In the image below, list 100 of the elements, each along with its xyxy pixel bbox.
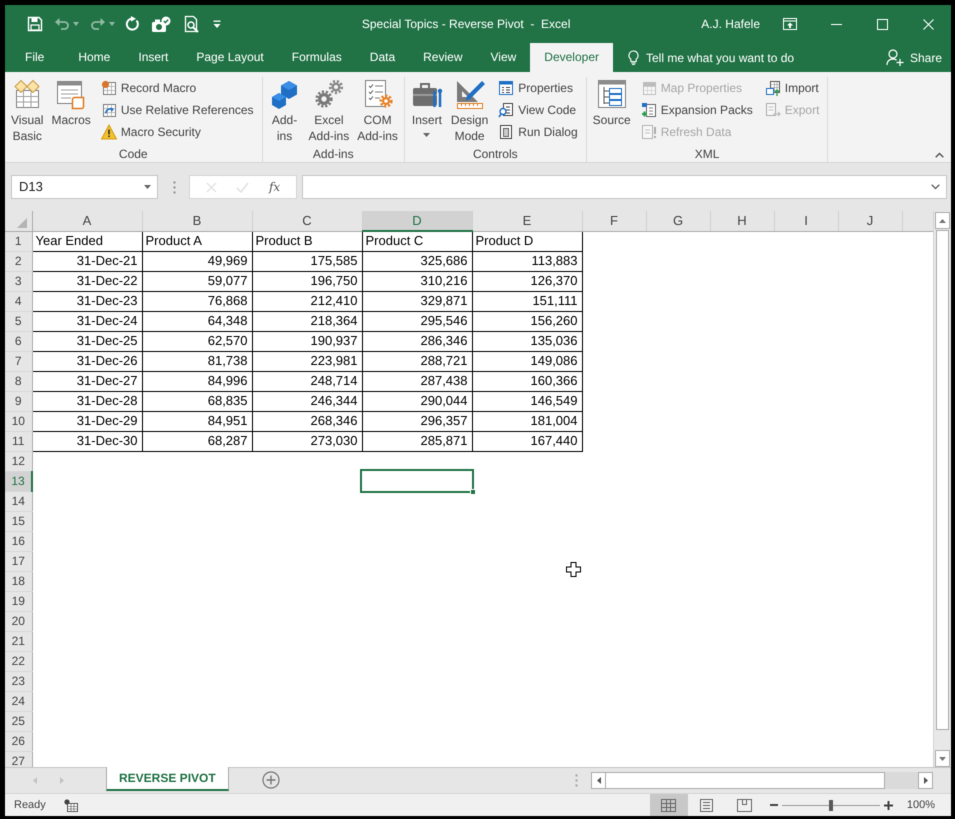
table-cell: 286,346 xyxy=(362,331,472,351)
page-icon xyxy=(699,798,714,812)
table-cell: 325,686 xyxy=(362,251,472,271)
row-header[interactable]: 14 xyxy=(5,491,32,511)
ribbon-button[interactable]: Visual Basic xyxy=(8,77,46,147)
row-header[interactable]: 27 xyxy=(5,751,32,767)
table-cell: 181,004 xyxy=(472,411,582,431)
grip-dots-icon[interactable] xyxy=(575,774,578,787)
row-header[interactable]: 3 xyxy=(5,271,32,291)
row-header[interactable]: 23 xyxy=(5,671,32,691)
ribbon-button[interactable]: Excel Add-ins xyxy=(306,77,352,147)
scrollbar-thumb[interactable] xyxy=(936,230,949,730)
table-cell: Product B xyxy=(252,231,362,251)
ribbon-button[interactable]: COM Add-ins xyxy=(354,77,401,147)
ribbon-tab[interactable]: Page Layout xyxy=(182,43,278,72)
row-header[interactable]: 12 xyxy=(5,451,32,471)
row-header[interactable]: 16 xyxy=(5,531,32,551)
table-cell: 288,721 xyxy=(362,351,472,371)
scrollbar-thumb[interactable] xyxy=(606,772,885,789)
row-header[interactable]: 2 xyxy=(5,251,32,271)
ribbon-button[interactable]: Use Relative References xyxy=(98,99,257,121)
plus-icon xyxy=(884,800,893,810)
row-header[interactable]: 13 xyxy=(5,471,32,491)
table-cell: 175,585 xyxy=(252,251,362,271)
ribbon-tab[interactable]: View xyxy=(476,43,530,72)
ribbon-tab[interactable]: File xyxy=(5,43,64,72)
vertical-scrollbar[interactable] xyxy=(933,211,951,767)
normal-view-button[interactable] xyxy=(650,794,688,816)
column-header[interactable]: C xyxy=(252,211,362,231)
ribbon-button[interactable]: Properties xyxy=(495,77,581,99)
grip-dots-icon[interactable] xyxy=(173,180,176,194)
ribbon-tab[interactable]: Data xyxy=(356,43,410,72)
ribbon-tab[interactable]: Developer xyxy=(530,43,613,72)
column-header[interactable]: E xyxy=(472,211,582,231)
formula-field[interactable] xyxy=(302,175,947,199)
row-header[interactable]: 7 xyxy=(5,351,32,371)
row-header[interactable]: 5 xyxy=(5,311,32,331)
row-header[interactable]: 21 xyxy=(5,631,32,651)
column-header[interactable]: D xyxy=(362,211,472,231)
name-box[interactable]: D13 xyxy=(11,175,158,199)
ribbon-button[interactable]: Import xyxy=(762,77,822,99)
ribbon-button[interactable]: View Code xyxy=(495,99,581,121)
ribbon-tab[interactable]: Insert xyxy=(124,43,182,72)
insert-function-button[interactable]: fx xyxy=(266,176,284,198)
tell-me-search[interactable]: Tell me what you want to do xyxy=(626,43,796,72)
row-header[interactable]: 11 xyxy=(5,431,32,451)
column-header[interactable]: B xyxy=(142,211,252,231)
group-label: XML xyxy=(694,147,720,162)
row-header[interactable]: 22 xyxy=(5,651,32,671)
record-macro-icon[interactable] xyxy=(64,799,78,812)
group-label: Code xyxy=(118,147,149,162)
ribbon-tab[interactable]: Home xyxy=(64,43,124,72)
ribbon-button[interactable]: Source xyxy=(590,77,634,147)
row-header[interactable]: 19 xyxy=(5,591,32,611)
table-cell: 31-Dec-28 xyxy=(32,391,142,411)
ribbon-button[interactable]: Expansion Packs xyxy=(638,99,756,121)
ribbon-tab[interactable]: Formulas xyxy=(278,43,356,72)
column-header[interactable]: F xyxy=(582,211,646,231)
row-header[interactable]: 17 xyxy=(5,551,32,571)
row-header[interactable]: 15 xyxy=(5,511,32,531)
row-header[interactable]: 26 xyxy=(5,731,32,751)
column-header[interactable]: A xyxy=(32,211,142,231)
cancel-icon xyxy=(206,182,217,192)
ribbon-button[interactable]: Add- ins xyxy=(266,77,304,147)
ribbon-button[interactable]: Design Mode xyxy=(448,77,492,147)
ribbon-tab[interactable]: Review xyxy=(409,43,476,72)
new-sheet-button[interactable] xyxy=(262,771,280,789)
scroll-right-button[interactable] xyxy=(918,772,933,789)
share-button[interactable]: Share xyxy=(882,43,946,72)
ribbon-button[interactable]: Record Macro xyxy=(98,77,257,99)
row-header[interactable]: 9 xyxy=(5,391,32,411)
row-header[interactable]: 10 xyxy=(5,411,32,431)
slider-thumb[interactable] xyxy=(828,800,833,811)
row-header[interactable]: 20 xyxy=(5,611,32,631)
scroll-left-button[interactable] xyxy=(591,772,606,789)
column-header[interactable]: I xyxy=(774,211,838,231)
sheet-tab[interactable]: REVERSE PIVOT xyxy=(106,767,229,791)
row-header[interactable]: 8 xyxy=(5,371,32,391)
row-header[interactable]: 4 xyxy=(5,291,32,311)
ribbon-button[interactable]: Macro Security xyxy=(98,121,257,143)
close-icon xyxy=(922,18,934,30)
ribbon-button[interactable]: Run Dialog xyxy=(495,121,581,143)
row-header[interactable]: 1 xyxy=(5,231,32,251)
document-export-icon xyxy=(764,102,781,118)
horizontal-scrollbar[interactable] xyxy=(591,772,933,789)
scroll-up-button[interactable] xyxy=(935,212,950,229)
row-header[interactable]: 24 xyxy=(5,691,32,711)
scroll-down-button[interactable] xyxy=(935,750,950,767)
column-header[interactable]: H xyxy=(710,211,774,231)
circular-arrow-icon xyxy=(125,16,141,32)
column-header[interactable]: J xyxy=(838,211,902,231)
row-header[interactable]: 6 xyxy=(5,331,32,351)
row-header[interactable]: 18 xyxy=(5,571,32,591)
row-header[interactable]: 25 xyxy=(5,711,32,731)
ribbon-button[interactable]: Macros xyxy=(48,77,94,147)
table-cell: 31-Dec-25 xyxy=(32,331,142,351)
fill-handle[interactable] xyxy=(470,489,476,495)
column-header[interactable]: G xyxy=(646,211,710,231)
gears-icon xyxy=(312,78,345,110)
ribbon-button[interactable]: Insert xyxy=(408,77,446,147)
